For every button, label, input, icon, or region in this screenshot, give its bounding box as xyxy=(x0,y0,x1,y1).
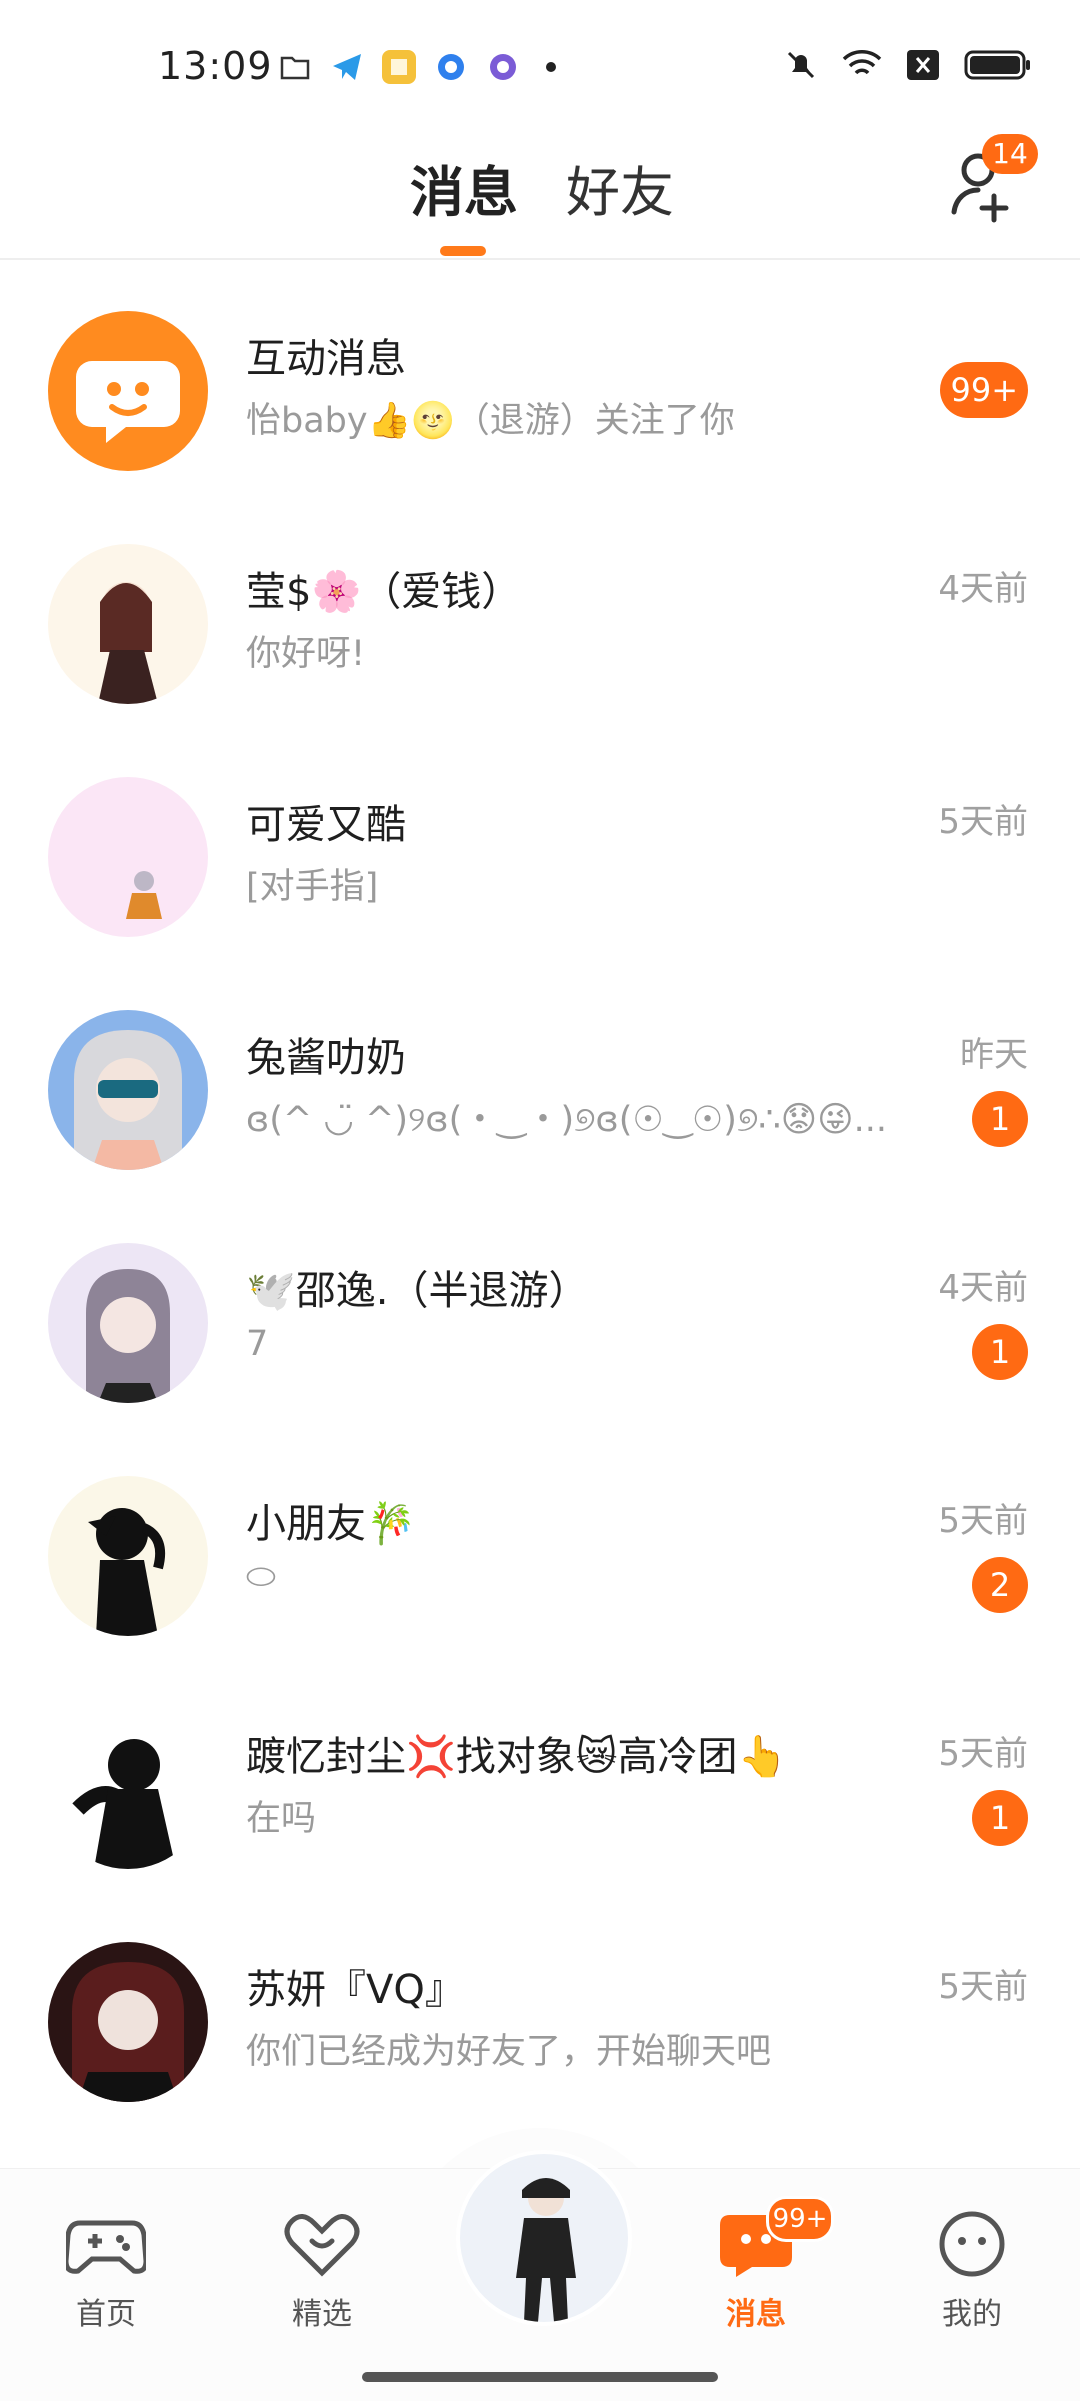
active-tab-indicator xyxy=(440,246,486,256)
character-avatar xyxy=(516,2178,576,2322)
conversation-preview: 7 xyxy=(246,1324,269,1364)
nav-mine[interactable]: 我的 xyxy=(912,2209,1032,2333)
conversation-name: 可爱又酷 xyxy=(246,802,406,848)
nav-home[interactable]: 首页 xyxy=(46,2209,166,2333)
tab-messages[interactable]: 消息 xyxy=(410,148,518,227)
conversation-row[interactable]: 踱忆封尘💢找对象😿高冷团👆 在吗 5天前 1 xyxy=(0,1664,1080,1897)
conversation-row[interactable]: 兔酱叻奶 ɞ(^ ◡̈ ^)୨ɞ(・‿・)୭ɞ(☉‿☉)୭∴😟😜... 昨天 1 xyxy=(0,965,1080,1198)
wifi-icon xyxy=(842,50,882,75)
unread-badge: 1 xyxy=(972,1790,1028,1846)
unread-badge: 2 xyxy=(972,1557,1028,1613)
conversation-time: 4天前 xyxy=(938,1268,1028,1308)
conversation-name: 苏妍『VQ』 xyxy=(246,1967,465,2013)
nav-featured-label: 精选 xyxy=(292,2297,352,2332)
status-time: 13:09 xyxy=(158,44,273,88)
avatar xyxy=(48,544,208,704)
unread-badge: 99+ xyxy=(940,362,1028,418)
conversation-preview: [对手指] xyxy=(246,867,379,907)
avatar xyxy=(48,1010,208,1170)
circle-app-icon xyxy=(434,50,468,84)
telegram-icon xyxy=(330,50,364,84)
conversation-time: 5天前 xyxy=(938,1967,1028,2007)
gamepad-icon xyxy=(63,2220,149,2274)
conversation-name: 小朋友🎋 xyxy=(246,1501,416,1547)
interaction-avatar xyxy=(48,311,208,471)
conversation-preview: ɞ(^ ◡̈ ^)୨ɞ(・‿・)୭ɞ(☉‿☉)୭∴😟😜... xyxy=(246,1100,888,1140)
nav-messages-badge: 99+ xyxy=(766,2196,834,2242)
system-icons xyxy=(784,48,1032,82)
mute-icon xyxy=(787,51,815,79)
conversation-name: 🕊️邵逸.（半退游） xyxy=(246,1268,589,1314)
conversation-preview: 在吗 xyxy=(246,1799,317,1839)
avatar xyxy=(48,1476,208,1636)
nav-center-avatar-button[interactable] xyxy=(456,2150,632,2326)
unread-badge: 1 xyxy=(972,1091,1028,1147)
conversation-preview: 怡baby👍🌝（退游）关注了你 xyxy=(246,401,735,441)
conversation-name: 互动消息 xyxy=(246,336,406,382)
nav-featured[interactable]: 精选 xyxy=(262,2209,382,2333)
nav-home-label: 首页 xyxy=(76,2297,136,2332)
nav-messages-label: 消息 xyxy=(726,2297,786,2332)
profile-face-icon xyxy=(939,2211,1005,2277)
heart-icon xyxy=(284,2214,360,2277)
home-indicator[interactable] xyxy=(362,2372,718,2382)
purple-app-icon xyxy=(486,50,520,84)
notification-icons xyxy=(278,50,556,84)
conversation-time: 5天前 xyxy=(938,1501,1028,1541)
avatar xyxy=(48,1243,208,1403)
conversation-time: 4天前 xyxy=(938,569,1028,609)
avatar xyxy=(48,777,208,937)
status-bar: 13:09 xyxy=(0,0,1080,130)
unread-badge: 1 xyxy=(972,1324,1028,1380)
battery-icon xyxy=(964,50,1030,80)
conversation-row[interactable]: 🕊️邵逸.（半退游） 7 4天前 1 xyxy=(0,1198,1080,1431)
conversation-time: 昨天 xyxy=(960,1035,1028,1075)
tab-friends[interactable]: 好友 xyxy=(566,148,674,227)
add-friend-badge: 14 xyxy=(982,134,1038,174)
conversation-row[interactable]: 可爱又酷 [对手指] 5天前 xyxy=(0,732,1080,965)
chat-bubble-icon xyxy=(76,361,180,443)
conversation-row[interactable]: 苏妍『VQ』 你们已经成为好友了，开始聊天吧 5天前 xyxy=(0,1897,1080,2130)
conversation-row-interactions[interactable]: 互动消息 怡baby👍🌝（退游）关注了你 99+ xyxy=(0,266,1080,499)
conversation-name: 兔酱叻奶 xyxy=(246,1035,406,1081)
avatar xyxy=(48,1942,208,2102)
conversation-time: 5天前 xyxy=(938,1734,1028,1774)
more-notifications-dot xyxy=(546,62,556,72)
conversation-row[interactable]: 莹$🌸（爱钱） 你好呀! 4天前 xyxy=(0,499,1080,732)
no-sim-icon xyxy=(907,50,939,80)
conversation-row[interactable]: 小朋友🎋 ⬭ 5天前 2 xyxy=(0,1431,1080,1664)
conversation-preview: 你好呀! xyxy=(246,634,366,674)
conversation-time: 5天前 xyxy=(938,802,1028,842)
conversation-preview: 你们已经成为好友了，开始聊天吧 xyxy=(246,2032,772,2072)
nav-mine-label: 我的 xyxy=(942,2297,1002,2332)
conversation-name: 踱忆封尘💢找对象😿高冷团👆 xyxy=(246,1734,788,1780)
conversation-name: 莹$🌸（爱钱） xyxy=(246,569,522,615)
conversation-list: 互动消息 怡baby👍🌝（退游）关注了你 99+ 莹$🌸（爱钱） 你好呀! 4天… xyxy=(0,266,1080,2130)
book-app-icon xyxy=(382,50,416,84)
conversation-preview: ⬭ xyxy=(246,1557,276,1597)
header: 消息 好友 xyxy=(0,130,1080,260)
folder-icon xyxy=(278,50,312,84)
avatar xyxy=(48,1709,208,1869)
